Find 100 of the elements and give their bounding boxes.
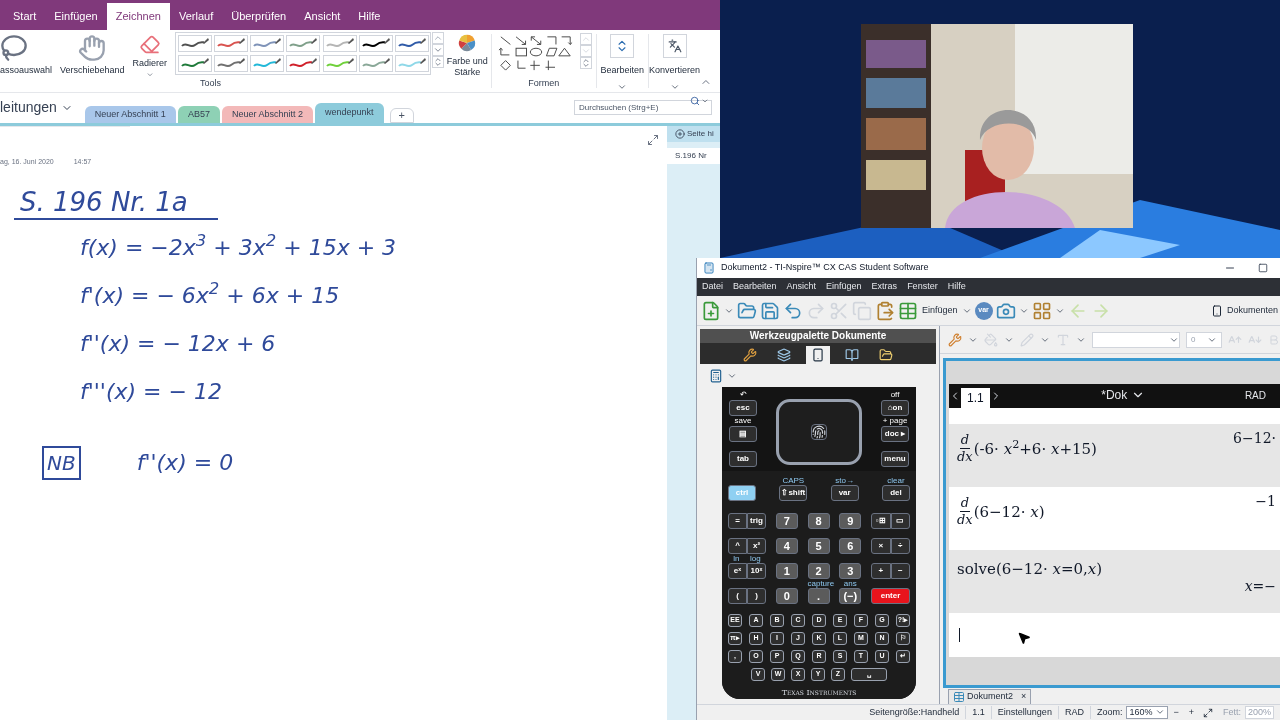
status-item[interactable]: Seitengröße:Handheld — [863, 705, 967, 720]
ribbon-tab[interactable]: Hilfe — [349, 3, 390, 30]
calculator-key[interactable]: ÷ — [890, 538, 910, 554]
calculator-key[interactable]: ^ — [728, 538, 747, 554]
calculator-key[interactable]: ( — [728, 588, 747, 604]
calculator-key[interactable]: esc — [729, 400, 757, 416]
undo-icon[interactable] — [783, 300, 803, 321]
open-folder-icon[interactable] — [737, 300, 757, 321]
document-name-dropdown[interactable]: *Dok — [1101, 386, 1146, 404]
calculator-key[interactable]: del — [882, 485, 910, 501]
close-tab-button[interactable]: × — [1021, 690, 1027, 704]
search-field[interactable]: Durchsuchen (Strg+E) — [574, 100, 712, 115]
calculator-key[interactable]: ) — [747, 588, 766, 604]
pen-swatch[interactable] — [214, 35, 249, 52]
calculator-key[interactable]: 8 — [807, 513, 830, 529]
paste-icon[interactable] — [875, 300, 895, 321]
ribbon-tab[interactable]: Zeichnen — [106, 3, 170, 30]
pen-swatch[interactable] — [322, 35, 357, 52]
ribbon-tab[interactable]: Ansicht — [295, 3, 350, 30]
page-list-item[interactable]: S.196 Nr — [667, 148, 720, 164]
calculator-key[interactable]: enter — [871, 588, 910, 604]
section-tab[interactable]: AB57 — [177, 106, 220, 123]
calculator-key[interactable]: tab — [729, 451, 757, 467]
status-item[interactable]: Einstellungen — [991, 705, 1059, 720]
gallery-scroll-up-icon[interactable] — [431, 32, 444, 44]
ribbon-tool-button[interactable]: assoauswahl — [0, 30, 57, 78]
menu-item[interactable]: Hilfe — [942, 278, 971, 296]
documents-button[interactable]: Dokumenten — [1210, 303, 1278, 318]
section-tab[interactable]: Neuer Abschnitt 1 — [84, 106, 176, 123]
menu-item[interactable]: Ansicht — [781, 278, 822, 296]
calculator-key[interactable]: 6 — [839, 538, 862, 554]
calculator-key[interactable]: x² — [747, 538, 766, 554]
menu-item[interactable]: Bearbeiten — [728, 278, 782, 296]
calculator-key[interactable]: var — [830, 485, 859, 501]
pen-swatch[interactable] — [286, 35, 321, 52]
font-name-field[interactable] — [1092, 331, 1180, 348]
section-tab[interactable]: Neuer Abschnitt 2 — [221, 106, 313, 123]
pen-swatch[interactable] — [286, 55, 321, 72]
zoom-out-button[interactable]: − — [1168, 705, 1184, 720]
ribbon-tab[interactable]: Start — [4, 3, 46, 30]
calculator-key[interactable]: × — [871, 538, 891, 554]
calculator-key[interactable]: 3 — [839, 563, 862, 579]
gallery-more-icon[interactable] — [579, 57, 592, 69]
pen-swatch[interactable] — [250, 35, 285, 52]
pen-swatch[interactable] — [394, 55, 429, 72]
insert-button[interactable]: Einfügen — [898, 300, 972, 321]
calculator-key[interactable]: = — [728, 513, 747, 529]
touchpad[interactable] — [776, 399, 862, 465]
menu-item[interactable]: Extras — [866, 278, 903, 296]
page-tab[interactable]: 1.1 — [961, 388, 990, 408]
calculator-key[interactable]: ⇧shift — [779, 485, 808, 501]
calculator-key[interactable]: 4 — [775, 538, 798, 554]
calculator-key[interactable]: + — [871, 563, 891, 579]
pen-swatch[interactable] — [358, 55, 393, 72]
color-and-thickness-button[interactable]: Farbe und Stärke — [443, 30, 491, 78]
gallery-more-icon[interactable] — [431, 56, 444, 68]
calculator-key[interactable]: menu — [881, 451, 909, 467]
expand-icon[interactable] — [647, 134, 659, 146]
layout-icon[interactable] — [1031, 300, 1052, 321]
ribbon-tab[interactable]: Verlauf — [169, 3, 223, 30]
calculator-key[interactable]: 1 — [775, 563, 798, 579]
calculator-key[interactable]: eˣ — [728, 563, 747, 579]
pen-swatch[interactable] — [358, 35, 393, 52]
new-document-icon[interactable] — [701, 300, 721, 321]
tools-icon[interactable] — [948, 332, 962, 347]
maximize-icon[interactable] — [1258, 263, 1268, 273]
pen-swatch[interactable] — [322, 55, 357, 72]
ribbon-large-button[interactable]: Konvertieren — [648, 30, 701, 92]
calculator-key[interactable]: doc ▸ — [881, 426, 909, 442]
ribbon-tab[interactable]: Überprüfen — [222, 3, 296, 30]
menu-item[interactable]: Fenster — [902, 278, 943, 296]
calculator-key[interactable]: 7 — [775, 513, 798, 529]
status-item[interactable]: 1.1 — [966, 705, 992, 720]
gallery-scroll-down-icon[interactable] — [431, 44, 444, 56]
zoom-in-button[interactable]: + — [1183, 705, 1199, 720]
keypad-selector-icon[interactable] — [709, 369, 723, 383]
calculator-key[interactable]: 9 — [839, 513, 862, 529]
calculator-key[interactable]: ▫⊞ — [871, 513, 891, 529]
add-page-button[interactable]: Seite hi — [667, 126, 720, 142]
document-tab[interactable]: Dokument2 × — [948, 689, 1032, 704]
pen-swatch[interactable] — [214, 55, 249, 72]
status-item[interactable]: RAD — [1058, 705, 1091, 720]
calculator-key[interactable]: ▭ — [890, 513, 910, 529]
line-color-icon[interactable] — [1020, 332, 1034, 347]
zoom-field[interactable]: 160% — [1126, 706, 1169, 719]
fit-icon[interactable] — [1202, 707, 1213, 718]
pen-swatch[interactable] — [178, 55, 213, 72]
calculator-key[interactable]: 10ˣ — [747, 563, 766, 579]
calculator-key[interactable]: 5 — [807, 538, 830, 554]
calculator-key[interactable]: 0 — [775, 588, 798, 604]
pen-swatch[interactable] — [178, 35, 213, 52]
ribbon-tab[interactable]: Einfügen — [45, 3, 107, 30]
menu-item[interactable]: Einfügen — [821, 278, 867, 296]
calculator-key[interactable]: 2 — [807, 563, 830, 579]
ribbon-large-button[interactable]: Bearbeiten — [596, 30, 648, 92]
calculator-key[interactable]: ⌂on — [881, 400, 909, 416]
ribbon-tool-button[interactable]: Verschiebehand — [56, 30, 129, 78]
fill-color-icon[interactable] — [984, 332, 998, 347]
pen-swatch[interactable] — [394, 35, 429, 52]
calculator-key[interactable]: (−) — [839, 588, 862, 604]
